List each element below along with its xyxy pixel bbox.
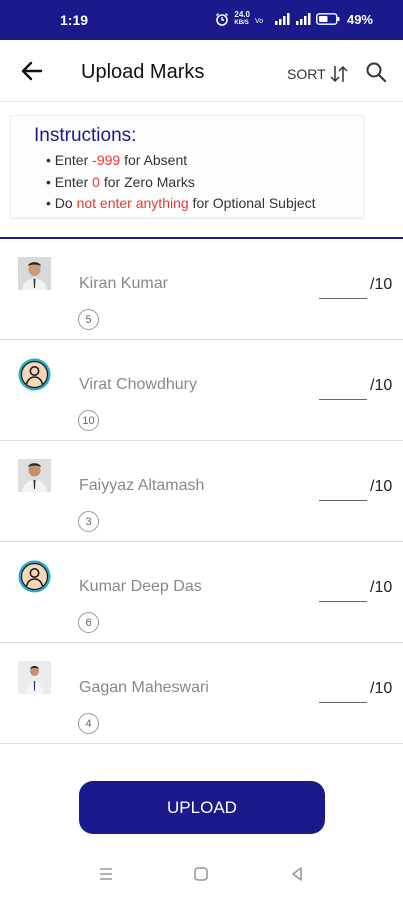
- student-row: Virat Chowdhury 10 /10: [0, 340, 403, 441]
- marks-input[interactable]: [319, 376, 367, 400]
- volte-icon: Vo: [255, 18, 263, 25]
- status-time: 1:19: [60, 12, 89, 28]
- student-name: Virat Chowdhury: [79, 376, 197, 393]
- system-nav-bar: [0, 848, 403, 900]
- menu-icon[interactable]: [96, 864, 116, 884]
- roll-number-badge: 3: [78, 511, 99, 532]
- roll-number-badge: 10: [78, 410, 99, 431]
- default-avatar-icon: [18, 560, 51, 593]
- battery-icon: [316, 13, 340, 25]
- student-photo-avatar: [18, 459, 51, 492]
- svg-text:Vo: Vo: [255, 18, 263, 25]
- upload-button[interactable]: UPLOAD: [79, 781, 325, 834]
- student-name: Faiyyaz Altamash: [79, 477, 205, 494]
- sort-button[interactable]: SORT: [287, 64, 349, 84]
- status-bar: 1:19 24.0 KB/S Vo 49%: [0, 0, 403, 40]
- student-photo-avatar: [18, 661, 51, 694]
- home-icon[interactable]: [191, 864, 211, 884]
- marks-input[interactable]: [319, 679, 367, 703]
- battery-percent: 49%: [346, 11, 373, 27]
- network-speed: 24.0 KB/S: [234, 10, 250, 27]
- student-photo-avatar: [18, 257, 51, 290]
- signal-icon: [274, 13, 290, 25]
- student-name: Gagan Maheswari: [79, 679, 209, 696]
- arrow-left-icon[interactable]: [18, 57, 46, 85]
- marks-input[interactable]: [319, 578, 367, 602]
- sort-label: SORT: [287, 66, 326, 82]
- marks-input[interactable]: [319, 477, 367, 501]
- back-nav-icon[interactable]: [287, 864, 307, 884]
- signal-2-icon: [295, 13, 311, 25]
- student-row: Kumar Deep Das 6 /10: [0, 542, 403, 643]
- student-name: Kiran Kumar: [79, 275, 168, 292]
- alarm-icon: [216, 13, 229, 26]
- student-row: Faiyyaz Altamash 3 /10: [0, 441, 403, 542]
- max-marks: /10: [370, 478, 393, 495]
- instructions-card: Instructions: • Enter -999 for Absent • …: [10, 115, 364, 218]
- roll-number-badge: 4: [78, 713, 99, 734]
- app-bar: Upload Marks SORT: [0, 40, 403, 102]
- max-marks: /10: [370, 377, 393, 394]
- instruction-absent: • Enter -999 for Absent: [46, 152, 188, 168]
- instruction-zero: • Enter 0 for Zero Marks: [46, 174, 195, 190]
- page-title: Upload Marks: [81, 61, 205, 83]
- student-name: Kumar Deep Das: [79, 578, 202, 595]
- sort-arrows-icon: [330, 65, 348, 83]
- student-row: Gagan Maheswari 4 /10: [0, 643, 403, 744]
- instructions-title: Instructions:: [34, 125, 137, 146]
- max-marks: /10: [370, 680, 393, 697]
- roll-number-badge: 5: [78, 309, 99, 330]
- status-icons: 24.0 KB/S Vo 49%: [215, 11, 373, 27]
- max-marks: /10: [370, 579, 393, 596]
- instruction-optional: • Do not enter anything for Optional Sub…: [46, 195, 316, 211]
- max-marks: /10: [370, 276, 393, 293]
- student-row: Kiran Kumar 5 /10: [0, 239, 403, 340]
- default-avatar-icon: [18, 358, 51, 391]
- search-icon[interactable]: [364, 60, 388, 84]
- marks-input[interactable]: [319, 275, 367, 299]
- roll-number-badge: 6: [78, 612, 99, 633]
